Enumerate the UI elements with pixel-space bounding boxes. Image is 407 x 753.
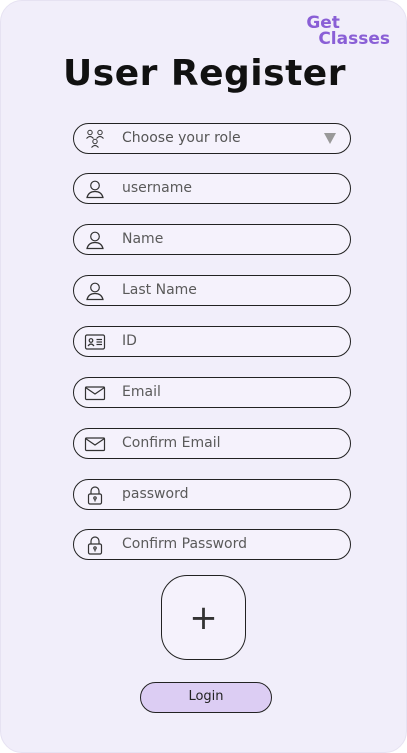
role-select-placeholder: Choose your role bbox=[122, 130, 241, 146]
confirm-password-input[interactable] bbox=[122, 530, 332, 559]
confirm-password-field[interactable] bbox=[73, 529, 351, 560]
last-name-input[interactable] bbox=[122, 276, 332, 305]
password-input[interactable] bbox=[122, 480, 332, 509]
email-field[interactable] bbox=[73, 377, 351, 408]
plus-icon: + bbox=[189, 597, 218, 638]
page-title: User Register bbox=[63, 53, 346, 94]
login-button[interactable]: Login bbox=[140, 682, 272, 713]
username-field[interactable] bbox=[73, 173, 351, 204]
confirm-email-input[interactable] bbox=[122, 429, 332, 458]
envelope-icon bbox=[84, 434, 106, 454]
user-icon bbox=[84, 230, 106, 250]
confirm-email-field[interactable] bbox=[73, 428, 351, 459]
id-field[interactable] bbox=[73, 326, 351, 357]
role-select[interactable]: Choose your role bbox=[73, 123, 351, 154]
username-input[interactable] bbox=[122, 174, 332, 203]
chevron-down-icon[interactable] bbox=[324, 133, 336, 144]
lock-icon bbox=[84, 485, 106, 505]
add-button[interactable]: + bbox=[161, 575, 246, 660]
user-icon bbox=[84, 179, 106, 199]
name-field[interactable] bbox=[73, 224, 351, 255]
id-card-icon bbox=[84, 332, 106, 352]
users-group-icon bbox=[84, 129, 106, 149]
lock-icon bbox=[84, 535, 106, 555]
user-icon bbox=[84, 281, 106, 301]
get-classes-logo: Get Classes bbox=[306, 15, 390, 49]
logo-line-2: Classes bbox=[318, 29, 390, 49]
id-input[interactable] bbox=[122, 327, 332, 356]
email-input[interactable] bbox=[122, 378, 332, 407]
last-name-field[interactable] bbox=[73, 275, 351, 306]
envelope-icon bbox=[84, 383, 106, 403]
password-field[interactable] bbox=[73, 479, 351, 510]
register-card: Get Classes User Register Choose your ro… bbox=[0, 0, 407, 753]
name-input[interactable] bbox=[122, 225, 332, 254]
